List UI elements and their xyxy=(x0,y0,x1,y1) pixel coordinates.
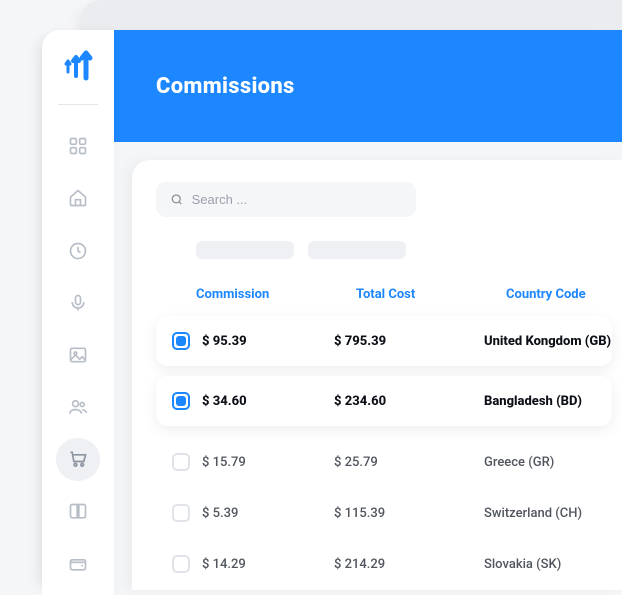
main-content: Commissions Commission Total Cost Countr… xyxy=(114,30,622,595)
grid-icon xyxy=(68,136,88,156)
table-row[interactable]: $ 95.39 $ 795.39 United Kongdom (GB) xyxy=(156,316,612,366)
row-checkbox[interactable] xyxy=(172,555,190,573)
nav-dashboard[interactable] xyxy=(56,125,100,167)
skeleton-block xyxy=(308,241,406,259)
app-logo xyxy=(61,48,95,86)
page-title: Commissions xyxy=(156,74,295,99)
cell-country: Switzerland (CH) xyxy=(484,506,622,521)
table-header: Commission Total Cost Country Code xyxy=(156,277,622,316)
cell-country: United Kongdom (GB) xyxy=(484,334,612,349)
cell-total-cost: $ 25.79 xyxy=(334,455,484,470)
cell-total-cost: $ 234.60 xyxy=(334,394,484,409)
toolbar xyxy=(156,182,622,217)
column-total-cost[interactable]: Total Cost xyxy=(356,287,506,302)
nav-home[interactable] xyxy=(56,177,100,219)
cell-commission: $ 95.39 xyxy=(202,334,334,349)
wallet-icon xyxy=(68,554,88,574)
sidebar-divider xyxy=(58,104,98,105)
skeleton-block xyxy=(196,241,294,259)
mic-icon xyxy=(68,293,88,313)
nav-wallet[interactable] xyxy=(56,543,100,585)
home-icon xyxy=(68,188,88,208)
users-icon xyxy=(68,397,88,417)
nav-cart[interactable] xyxy=(56,438,100,480)
image-icon xyxy=(68,345,88,365)
row-checkbox[interactable] xyxy=(172,392,190,410)
clock-icon xyxy=(68,241,88,261)
sidebar xyxy=(42,30,114,595)
row-checkbox[interactable] xyxy=(172,332,190,350)
cell-total-cost: $ 795.39 xyxy=(334,334,484,349)
filter-placeholders xyxy=(196,241,622,259)
cell-commission: $ 14.29 xyxy=(202,557,334,572)
search-input[interactable] xyxy=(192,192,402,207)
cart-icon xyxy=(68,449,88,469)
row-checkbox[interactable] xyxy=(172,453,190,471)
cell-commission: $ 34.60 xyxy=(202,394,334,409)
cell-commission: $ 15.79 xyxy=(202,455,334,470)
cell-country: Greece (GR) xyxy=(484,455,622,470)
book-icon xyxy=(68,502,88,522)
cell-country: Bangladesh (BD) xyxy=(484,394,612,409)
column-country-code[interactable]: Country Code xyxy=(506,287,622,302)
column-commission[interactable]: Commission xyxy=(196,287,356,302)
table-row[interactable]: $ 14.29 $ 214.29 Slovakia (SK) xyxy=(156,538,622,589)
nav-history[interactable] xyxy=(56,229,100,271)
page-header: Commissions xyxy=(114,30,622,142)
table-row[interactable]: $ 15.79 $ 25.79 Greece (GR) xyxy=(156,436,622,487)
data-panel: Commission Total Cost Country Code $ 95.… xyxy=(132,160,622,590)
nav-docs[interactable] xyxy=(56,491,100,533)
cell-total-cost: $ 214.29 xyxy=(334,557,484,572)
nav-users[interactable] xyxy=(56,386,100,428)
table-row[interactable]: $ 34.60 $ 234.60 Bangladesh (BD) xyxy=(156,376,612,426)
cell-commission: $ 5.39 xyxy=(202,506,334,521)
table-row[interactable]: $ 5.39 $ 115.39 Switzerland (CH) xyxy=(156,487,622,538)
nav-mic[interactable] xyxy=(56,282,100,324)
cell-country: Slovakia (SK) xyxy=(484,557,622,572)
search-box[interactable] xyxy=(156,182,416,217)
cell-total-cost: $ 115.39 xyxy=(334,506,484,521)
nav-media[interactable] xyxy=(56,334,100,376)
search-icon xyxy=(170,192,184,207)
row-checkbox[interactable] xyxy=(172,504,190,522)
